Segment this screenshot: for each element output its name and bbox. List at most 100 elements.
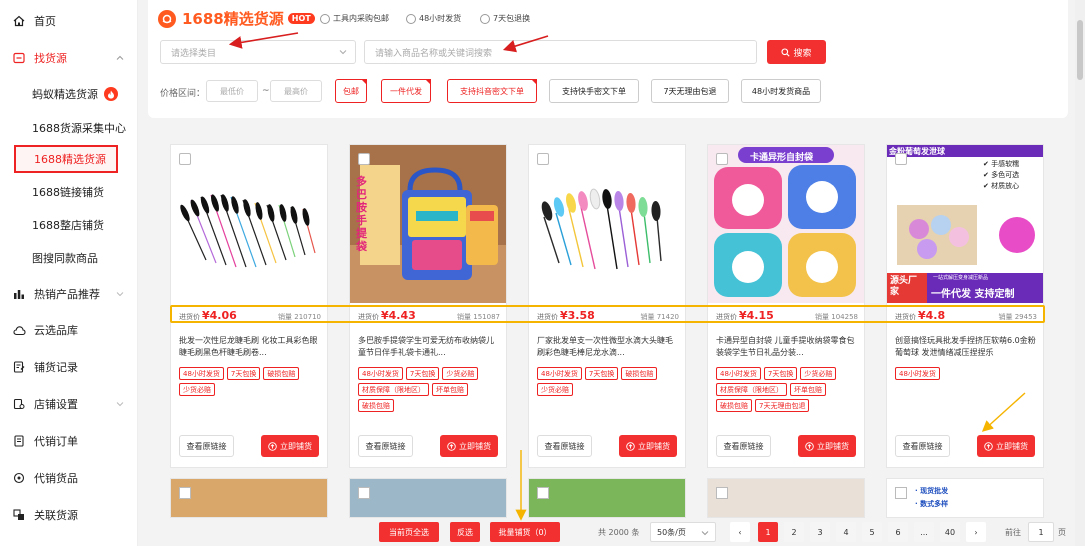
product-card[interactable]: [528, 478, 686, 518]
find-source-icon: [12, 51, 26, 65]
product-title[interactable]: 卡通异型自封袋 儿童手提收纳袋零食包装袋学生节日礼品分装...: [716, 335, 858, 359]
perk-label: 7天包退换: [493, 14, 531, 23]
select-checkbox[interactable]: [895, 487, 907, 499]
product-image[interactable]: [529, 145, 685, 303]
select-checkbox[interactable]: [716, 153, 728, 165]
pagination-bar: 当前页全选 反选 批量铺货（0） 共 2000 条 50条/页 ‹ 1 2 3 …: [148, 518, 1068, 546]
filter-chip-dropship[interactable]: 一件代发: [381, 79, 431, 103]
product-card[interactable]: [707, 478, 865, 518]
product-tag: 7天包换: [584, 367, 619, 380]
page-unit-label: 页: [1058, 528, 1066, 537]
button-label: 批量铺货（0）: [498, 527, 552, 537]
sidebar-item-hot-products[interactable]: 热销产品推荐: [0, 279, 138, 309]
product-title[interactable]: 厂家批发单支一次性微型水滴大头睫毛刷彩色睫毛棒尼龙水滴...: [537, 335, 679, 359]
sidebar-subitem-image-search[interactable]: 图搜同款商品: [0, 244, 138, 272]
product-image[interactable]: 多巴胺手提袋: [350, 145, 506, 303]
next-page-button[interactable]: ›: [966, 522, 986, 542]
view-original-link-button[interactable]: 查看原链接: [179, 435, 234, 457]
scrollbar-thumb[interactable]: [1077, 20, 1083, 80]
view-original-link-button[interactable]: 查看原链接: [895, 435, 950, 457]
product-tag: 少货必赔: [537, 383, 573, 396]
sidebar-item-store-settings[interactable]: 店铺设置: [0, 389, 138, 419]
sidebar-subitem-store-publish[interactable]: 1688整店铺货: [0, 211, 138, 239]
select-checkbox[interactable]: [358, 153, 370, 165]
invert-selection-button[interactable]: 反选: [450, 522, 480, 542]
page-number-label: ...: [920, 527, 928, 537]
sidebar-subitem-ant-source[interactable]: 蚂蚁精选货源: [0, 80, 138, 108]
sidebar-subitem-collection-center[interactable]: 1688货源采集中心: [0, 114, 138, 142]
product-card[interactable]: · 现货批发 · 数式多样: [886, 478, 1044, 518]
publish-now-button[interactable]: 立即铺货: [977, 435, 1035, 457]
sidebar-item-orders[interactable]: 代销订单: [0, 426, 138, 456]
page-number[interactable]: 6: [888, 522, 908, 542]
image-caption: 卡通异形自封袋: [750, 153, 814, 163]
select-checkbox[interactable]: [716, 487, 728, 499]
total-count: 共 2000 条: [598, 528, 640, 537]
product-card[interactable]: [349, 478, 507, 518]
select-checkbox[interactable]: [537, 487, 549, 499]
filter-chip-douyin-cipher[interactable]: 支持抖音密文下单: [447, 79, 537, 103]
sidebar-item-goods[interactable]: 代销货品: [0, 463, 138, 493]
button-label: 查看原链接: [365, 441, 406, 451]
sidebar-item-cloud-library[interactable]: 云选品库: [0, 315, 138, 345]
product-tags: 48小时发货: [895, 367, 1041, 380]
view-original-link-button[interactable]: 查看原链接: [358, 435, 413, 457]
product-tag: 7天包换: [405, 367, 440, 380]
select-checkbox[interactable]: [895, 153, 907, 165]
select-checkbox[interactable]: [179, 487, 191, 499]
product-card[interactable]: [170, 478, 328, 518]
product-image[interactable]: 金粉葡萄发泄球 ✔ 手感软糯 ✔ 多色可选 ✔ 材质放心 一站式解压变身减压新品…: [887, 145, 1043, 303]
select-checkbox[interactable]: [537, 153, 549, 165]
vertical-scrollbar[interactable]: [1075, 0, 1085, 546]
sidebar-item-home[interactable]: 首页: [0, 6, 138, 36]
sidebar-item-link-source[interactable]: 关联货源: [0, 500, 138, 530]
product-title[interactable]: 创意搞怪玩具批发手捏挤压软萌6.0金粉葡萄球 发泄情绪减压捏捏乐: [895, 335, 1037, 359]
min-price-input[interactable]: 最低价: [206, 80, 258, 102]
search-icon: [781, 47, 791, 57]
prev-page-button[interactable]: ‹: [730, 522, 750, 542]
page-number[interactable]: 2: [784, 522, 804, 542]
publish-now-button[interactable]: 立即铺货: [261, 435, 319, 457]
page-ellipsis[interactable]: ...: [914, 522, 934, 542]
category-placeholder: 请选择类目: [171, 48, 217, 59]
product-title[interactable]: 批发一次性尼龙睫毛刷 化妆工具彩色眼睫毛刷黑色杆睫毛刷卷...: [179, 335, 321, 359]
sidebar-subitem-link-publish[interactable]: 1688链接铺货: [0, 178, 138, 206]
page-number-label: 1: [765, 527, 771, 537]
select-checkbox[interactable]: [179, 153, 191, 165]
filter-chip-kuaishou-cipher[interactable]: 支持快手密文下单: [549, 79, 639, 103]
batch-publish-button[interactable]: 批量铺货（0）: [490, 522, 560, 542]
product-tag: 破损包赔: [358, 399, 394, 412]
publish-now-button[interactable]: 立即铺货: [798, 435, 856, 457]
goto-page-input[interactable]: 1: [1028, 522, 1054, 542]
page-number[interactable]: 5: [862, 522, 882, 542]
search-button[interactable]: 搜索: [767, 40, 826, 64]
publish-now-button[interactable]: 立即铺货: [619, 435, 677, 457]
sidebar-subitem-1688-selected[interactable]: 1688精选货源: [14, 145, 118, 173]
max-price-input[interactable]: 最高价: [270, 80, 322, 102]
chip-label: 支持抖音密文下单: [460, 86, 524, 96]
category-select[interactable]: 请选择类目: [160, 40, 356, 64]
product-title[interactable]: 多巴胺手提袋学生可爱无纺布收纳袋儿童节日伴手礼袋卡通礼...: [358, 335, 500, 359]
sidebar-item-records[interactable]: 铺货记录: [0, 352, 138, 382]
clock-icon: [406, 13, 416, 24]
select-checkbox[interactable]: [358, 487, 370, 499]
view-original-link-button[interactable]: 查看原链接: [537, 435, 592, 457]
filter-chip-free-shipping[interactable]: 包邮: [335, 79, 367, 103]
sidebar-subitem-label: 蚂蚁精选货源: [32, 88, 98, 101]
product-image[interactable]: [171, 145, 327, 303]
page-number[interactable]: 3: [810, 522, 830, 542]
filter-chip-48h-shipping[interactable]: 48小时发货商品: [741, 79, 821, 103]
search-input[interactable]: 请输入商品名称或关键词搜索: [364, 40, 757, 64]
button-label: 立即铺货: [817, 441, 849, 451]
sidebar-item-find-source[interactable]: 找货源: [0, 43, 138, 73]
page-number[interactable]: 40: [940, 522, 960, 542]
page-size-select[interactable]: 50条/页: [650, 522, 716, 542]
page-number[interactable]: 4: [836, 522, 856, 542]
filter-chip-7day-return[interactable]: 7天无理由包退: [651, 79, 729, 103]
publish-now-button[interactable]: 立即铺货: [440, 435, 498, 457]
page-number-current[interactable]: 1: [758, 522, 778, 542]
product-image[interactable]: 卡通异形自封袋: [708, 145, 864, 303]
select-all-page-button[interactable]: 当前页全选: [379, 522, 439, 542]
view-original-link-button[interactable]: 查看原链接: [716, 435, 771, 457]
feature-label: 多色可选: [991, 171, 1020, 179]
